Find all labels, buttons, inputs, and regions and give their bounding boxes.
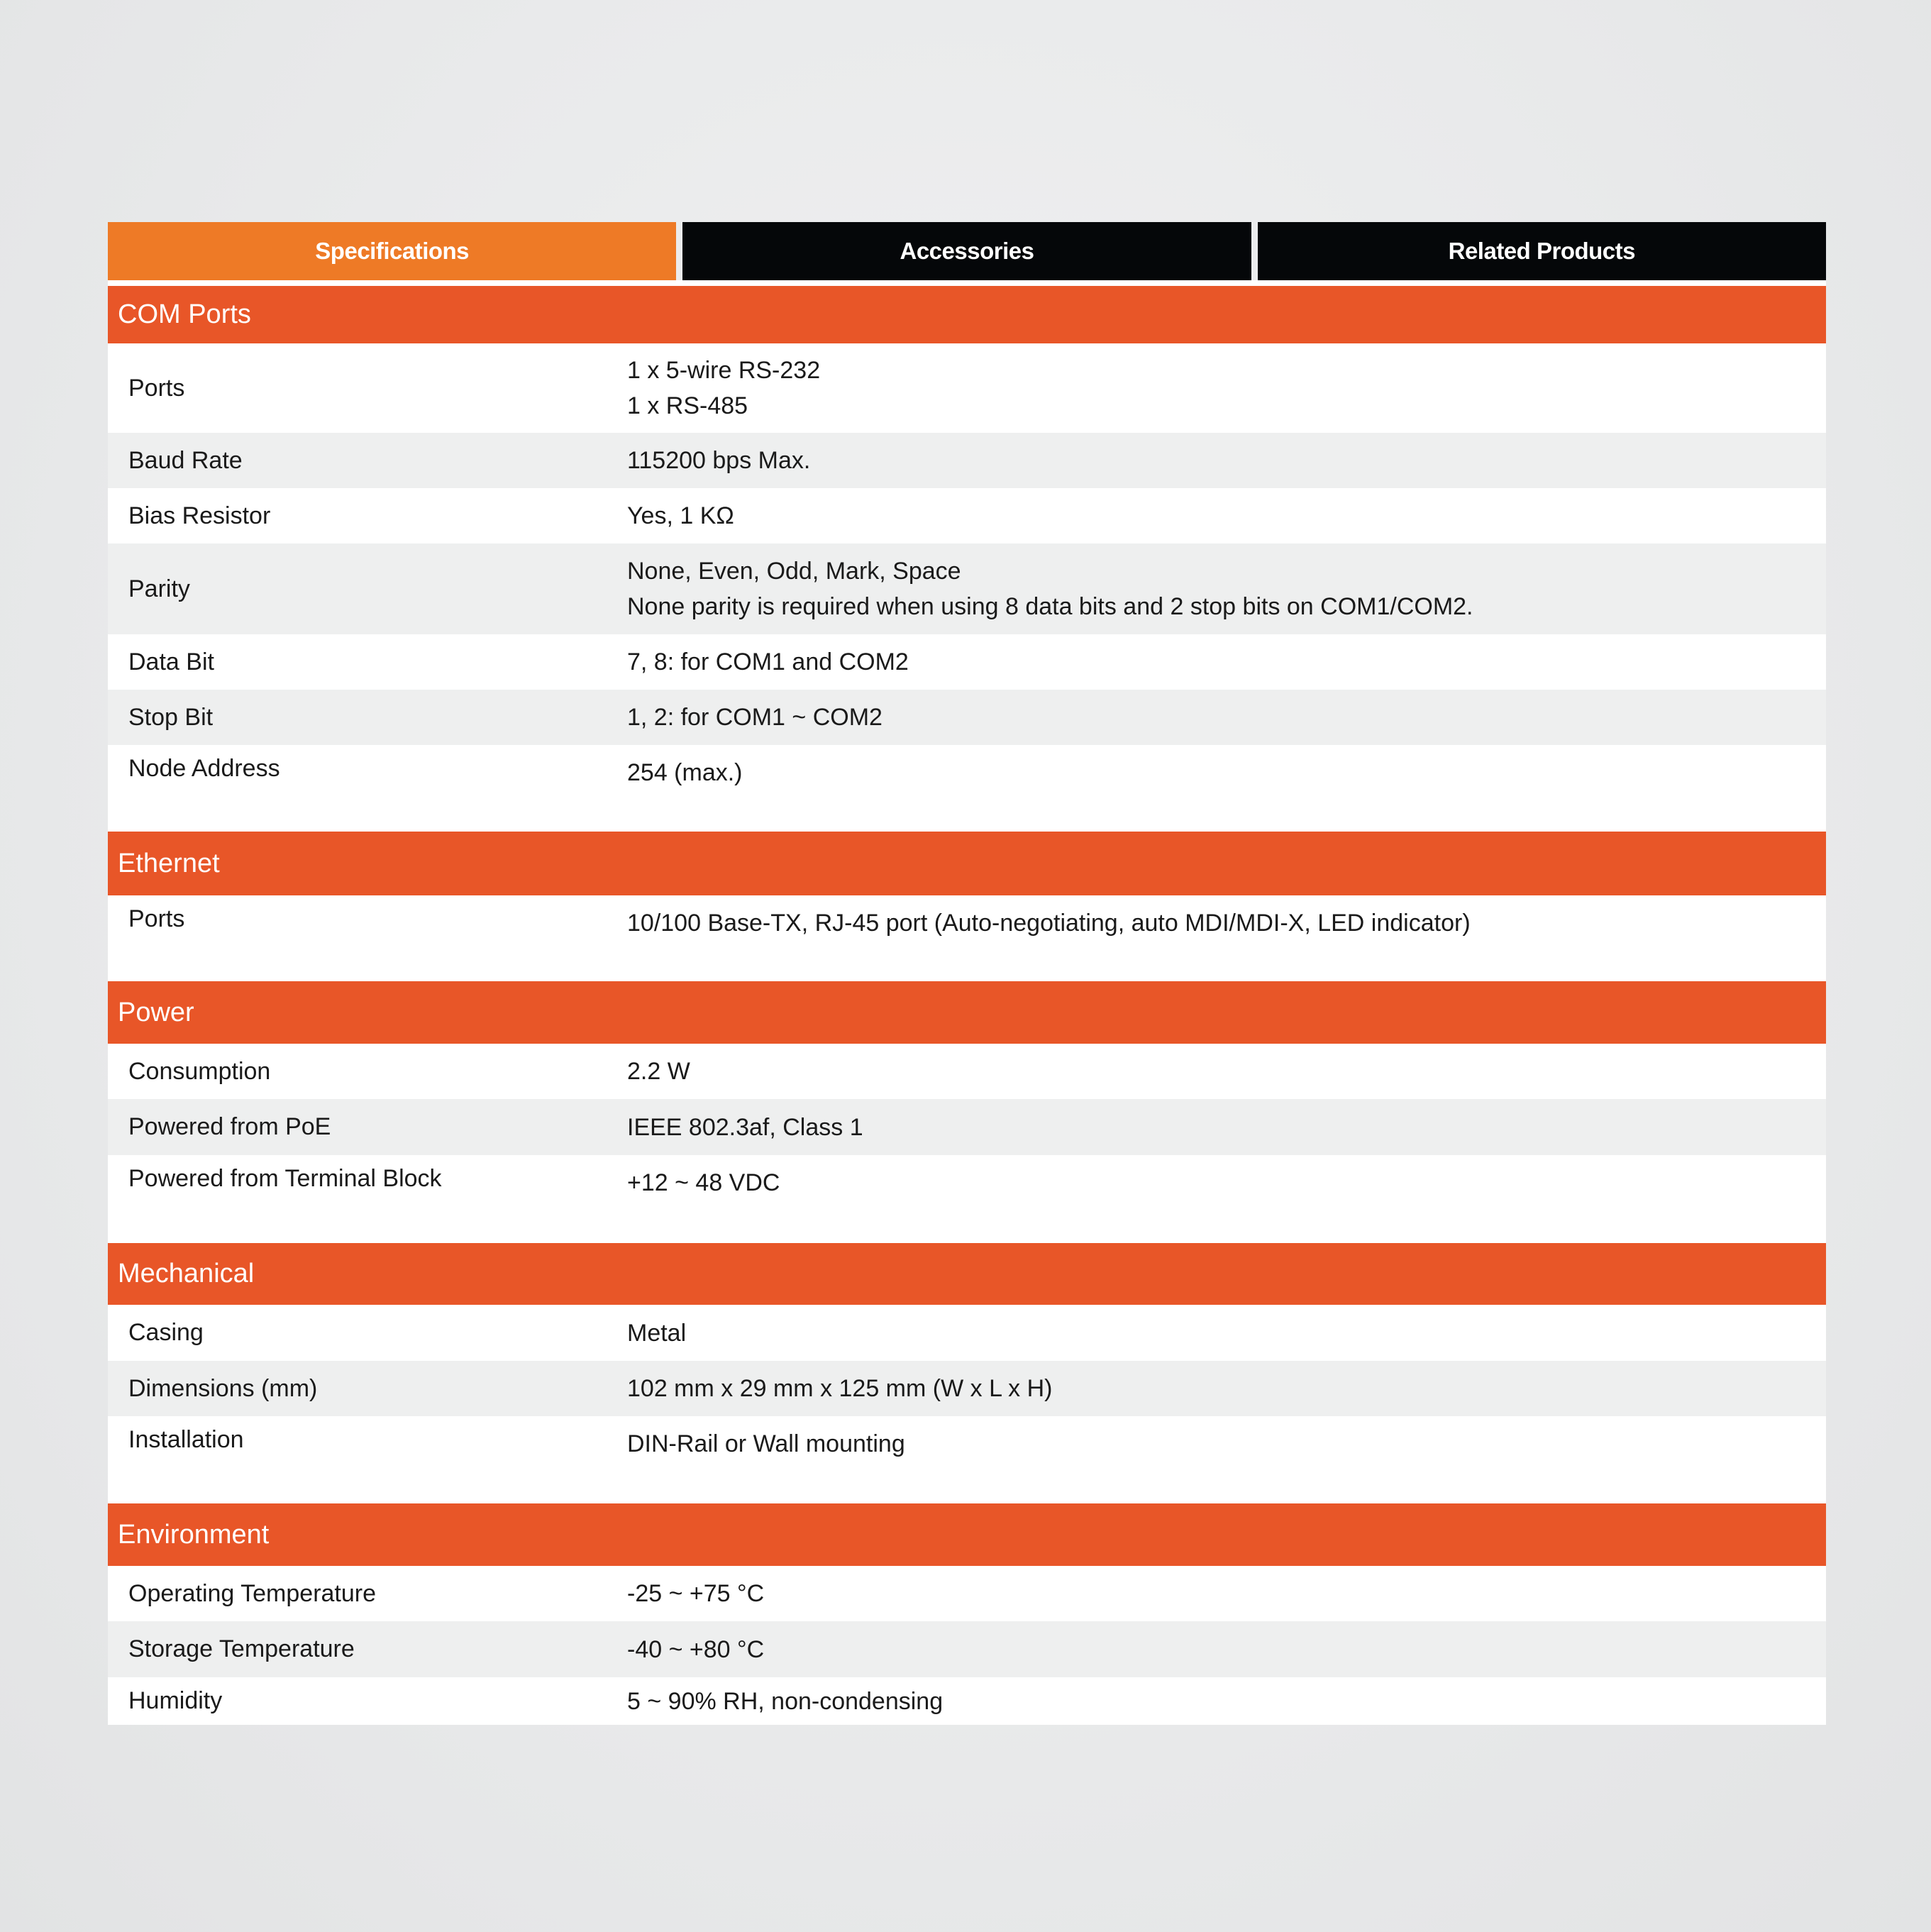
row-label: Powered from Terminal Block	[128, 1165, 442, 1192]
row-value: -25 ~ +75 °C	[627, 1580, 765, 1607]
table-row: Operating Temperature -25 ~ +75 °C	[108, 1566, 1826, 1621]
table-row: Ports 1 x 5-wire RS-232 1 x RS-485	[108, 343, 1826, 433]
row-label: Ports	[128, 905, 185, 932]
row-value: Yes, 1 KΩ	[627, 502, 734, 529]
section-header-mechanical: Mechanical	[108, 1243, 1826, 1305]
row-label: Installation	[128, 1426, 244, 1453]
value-line: 1 x RS-485	[627, 392, 748, 419]
row-label: Storage Temperature	[128, 1635, 355, 1662]
row-value: 10/100 Base-TX, RJ-45 port (Auto-negotia…	[627, 910, 1471, 937]
row-label: Powered from PoE	[128, 1113, 331, 1140]
row-label: Ports	[128, 374, 185, 402]
table-row: Stop Bit 1, 2: for COM1 ~ COM2	[108, 690, 1826, 745]
row-value: -40 ~ +80 °C	[627, 1635, 765, 1663]
row-value: 115200 bps Max.	[627, 447, 811, 474]
row-value: 5 ~ 90% RH, non-condensing	[627, 1687, 944, 1715]
row-label: Bias Resistor	[128, 502, 271, 529]
value-line: None, Even, Odd, Mark, Space	[627, 558, 961, 585]
row-value: 2.2 W	[627, 1058, 690, 1085]
tab-gap	[108, 280, 1826, 286]
table-row: Node Address 254 (max.)	[108, 745, 1826, 832]
row-label: Data Bit	[128, 648, 214, 675]
row-value: Metal	[627, 1319, 687, 1347]
value-line: 1 x 5-wire RS-232	[627, 357, 821, 384]
section-header-environment: Environment	[108, 1503, 1826, 1566]
table-row: Parity None, Even, Odd, Mark, Space None…	[108, 543, 1826, 634]
row-label: Node Address	[128, 755, 280, 782]
table-row: Casing Metal	[108, 1305, 1826, 1361]
table-row: Powered from PoE IEEE 802.3af, Class 1	[108, 1099, 1826, 1155]
tab-accessories[interactable]: Accessories	[682, 222, 1251, 280]
row-label: Baud Rate	[128, 446, 243, 474]
row-label: Stop Bit	[128, 703, 214, 731]
table-row: Ports 10/100 Base-TX, RJ-45 port (Auto-n…	[108, 895, 1826, 981]
section-header-ethernet: Ethernet	[108, 832, 1826, 895]
table-row: Baud Rate 115200 bps Max.	[108, 433, 1826, 488]
table-row: Data Bit 7, 8: for COM1 and COM2	[108, 634, 1826, 690]
tab-bar: Specifications Accessories Related Produ…	[108, 222, 1826, 280]
row-label: Operating Temperature	[128, 1579, 377, 1607]
row-label: Humidity	[128, 1687, 223, 1714]
row-value: 7, 8: for COM1 and COM2	[627, 648, 909, 675]
row-value: 102 mm x 29 mm x 125 mm (W x L x H)	[627, 1375, 1053, 1402]
table-row: Storage Temperature -40 ~ +80 °C	[108, 1621, 1826, 1677]
table-row: Consumption 2.2 W	[108, 1044, 1826, 1099]
table-row: Installation DIN-Rail or Wall mounting	[108, 1416, 1826, 1503]
value-line: None parity is required when using 8 dat…	[627, 593, 1473, 620]
tab-specifications[interactable]: Specifications	[108, 222, 677, 280]
row-label: Casing	[128, 1319, 204, 1346]
section-header-com-ports: COM Ports	[108, 286, 1826, 343]
table-row: Humidity 5 ~ 90% RH, non-condensing	[108, 1677, 1826, 1725]
row-value: DIN-Rail or Wall mounting	[627, 1430, 905, 1457]
row-value: +12 ~ 48 VDC	[627, 1169, 780, 1196]
table-row: Bias Resistor Yes, 1 KΩ	[108, 488, 1826, 543]
table-row: Powered from Terminal Block +12 ~ 48 VDC	[108, 1155, 1826, 1243]
row-value: IEEE 802.3af, Class 1	[627, 1113, 863, 1141]
row-label: Dimensions (mm)	[128, 1374, 318, 1402]
specifications-panel: Specifications Accessories Related Produ…	[108, 222, 1826, 1725]
section-header-power: Power	[108, 981, 1826, 1044]
row-value: 1, 2: for COM1 ~ COM2	[627, 704, 882, 731]
row-value: 254 (max.)	[627, 759, 743, 786]
row-value: None, Even, Odd, Mark, Space None parity…	[627, 553, 1826, 624]
row-label: Consumption	[128, 1057, 271, 1085]
table-row: Dimensions (mm) 102 mm x 29 mm x 125 mm …	[108, 1361, 1826, 1416]
row-label: Parity	[128, 575, 190, 602]
tab-related-products[interactable]: Related Products	[1257, 222, 1826, 280]
row-value: 1 x 5-wire RS-232 1 x RS-485	[627, 353, 1826, 424]
